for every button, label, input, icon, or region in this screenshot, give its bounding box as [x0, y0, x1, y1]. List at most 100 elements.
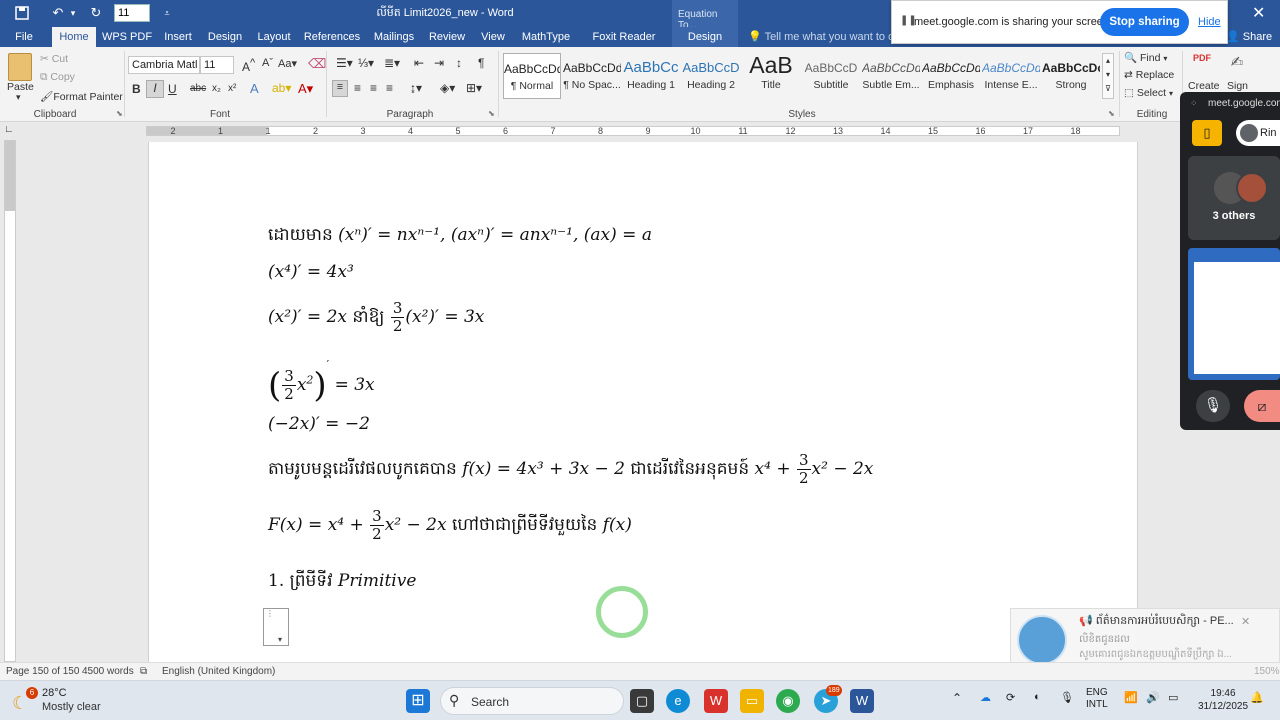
close-icon[interactable]: ✕: [1241, 615, 1250, 628]
styles-launcher-icon[interactable]: ⬊: [1108, 109, 1115, 118]
style-emphasis[interactable]: AaBbCcDd Emphasis: [922, 53, 980, 99]
save-icon[interactable]: [12, 4, 32, 22]
font-size-combo[interactable]: 11: [200, 56, 234, 74]
paste-icon[interactable]: [8, 53, 32, 81]
participants-tile[interactable]: 3 others: [1188, 156, 1280, 240]
notification-toast[interactable]: 📢 ព័ត៌មានការអប់រំបេបសិក្សា - PE... លិខិត…: [1010, 608, 1280, 670]
tab-insert[interactable]: Insert: [158, 27, 198, 47]
style-heading-2[interactable]: AaBbCcD Heading 2: [682, 53, 740, 99]
find-button[interactable]: 🔍 Find ▾: [1124, 51, 1167, 64]
chevron-up-icon[interactable]: ⌃: [952, 691, 962, 705]
highlight-icon[interactable]: ab▾: [272, 81, 291, 95]
style-title[interactable]: AaB Title: [742, 53, 800, 99]
style-strong[interactable]: AaBbCcDc Strong: [1042, 53, 1100, 99]
line-spacing-icon[interactable]: ↨▾: [410, 81, 422, 95]
task-view-icon[interactable]: ▢: [630, 689, 654, 713]
close-icon[interactable]: ✕: [1252, 3, 1265, 23]
volume-icon[interactable]: 🔊: [1146, 691, 1160, 704]
microphone-icon[interactable]: 🎙: [1060, 691, 1074, 704]
sign-icon[interactable]: ✍: [1226, 53, 1248, 75]
cut-button[interactable]: ✂ Cut: [40, 53, 68, 65]
notifications-icon[interactable]: 🔔: [1250, 691, 1264, 704]
borders-icon[interactable]: ⊞▾: [466, 81, 482, 95]
grow-font-icon[interactable]: A^: [242, 57, 255, 74]
undo-icon[interactable]: ↶: [48, 4, 68, 22]
keyboard-language[interactable]: ENG INTL: [1086, 687, 1108, 711]
copy-button[interactable]: ⧉ Copy: [40, 71, 75, 84]
equation-placeholder[interactable]: ⋮ ▾: [263, 608, 289, 646]
present-icon[interactable]: ▯: [1192, 120, 1222, 146]
text-effects-icon[interactable]: A: [250, 81, 259, 96]
tab-foxit-reader-pdf[interactable]: Foxit Reader PDF: [580, 27, 668, 63]
wifi-icon[interactable]: 📶: [1124, 691, 1138, 704]
bold-icon[interactable]: B: [132, 82, 141, 96]
stop-sharing-button[interactable]: Stop sharing: [1100, 8, 1189, 36]
align-left-icon[interactable]: ≡: [332, 80, 348, 97]
shading-icon[interactable]: ◈▾: [440, 81, 455, 95]
tab-references[interactable]: References: [302, 27, 362, 47]
bullets-icon[interactable]: ☰▾: [336, 56, 353, 70]
taskbar-search[interactable]: ⚲ Search: [440, 687, 624, 715]
font-name-combo[interactable]: Cambria Matl: [128, 56, 200, 74]
zoom-level[interactable]: 150%: [1254, 666, 1280, 677]
equation-handle-icon[interactable]: ⋮: [266, 609, 274, 618]
paste-dropdown-icon[interactable]: ▾: [16, 92, 21, 103]
chrome-icon[interactable]: ◉: [776, 689, 800, 713]
ruler-track[interactable]: 2 1 1 2 3 4 5 6 7 8 9 10 11 12 13 14 15 16 17 18: [146, 126, 1120, 136]
tab-mathtype[interactable]: MathType: [518, 27, 574, 47]
sort-icon[interactable]: ↕: [456, 56, 462, 70]
tray-app-icon[interactable]: ◐: [1034, 691, 1041, 703]
style-subtle-emphasis[interactable]: AaBbCcDd Subtle Em...: [862, 53, 920, 99]
qat-font-size[interactable]: 11: [114, 4, 150, 22]
underline-icon[interactable]: U: [168, 82, 177, 96]
tab-file[interactable]: File: [8, 27, 40, 47]
share-button[interactable]: 👤 Share: [1226, 27, 1272, 47]
justify-icon[interactable]: ≡: [386, 81, 393, 95]
weather-desc[interactable]: Mostly clear: [42, 701, 101, 713]
redo-icon[interactable]: ↻: [86, 4, 106, 22]
numbering-icon[interactable]: ⅓▾: [358, 56, 374, 70]
proofing-icon[interactable]: ⧉: [140, 666, 147, 677]
edge-icon[interactable]: e: [666, 689, 690, 713]
paragraph-launcher-icon[interactable]: ⬊: [488, 109, 495, 118]
change-case-icon[interactable]: Aa▾: [278, 57, 297, 70]
replace-button[interactable]: ⇄ Replace: [1124, 69, 1174, 81]
tab-wps-pdf[interactable]: WPS PDF: [100, 27, 154, 47]
styles-scroll[interactable]: ▴ ▾ ⊽: [1102, 53, 1114, 99]
tab-view[interactable]: View: [476, 27, 510, 47]
battery-icon[interactable]: ▭: [1168, 691, 1178, 704]
word-icon[interactable]: W: [850, 689, 874, 713]
align-right-icon[interactable]: ≡: [370, 81, 377, 95]
customize-qat-icon[interactable]: ⩡: [160, 4, 174, 22]
style-heading-1[interactable]: AaBbCc Heading 1: [622, 53, 680, 99]
language[interactable]: English (United Kingdom): [162, 666, 275, 677]
tab-mailings[interactable]: Mailings: [370, 27, 418, 47]
format-painter-button[interactable]: 🖌Format Painter: [40, 90, 123, 103]
undo-dropdown-icon[interactable]: ▾: [68, 4, 78, 22]
wps-icon[interactable]: W: [704, 689, 728, 713]
tab-design[interactable]: Design: [204, 27, 246, 47]
windows-start-icon[interactable]: ⊞: [406, 689, 430, 713]
tab-review[interactable]: Review: [426, 27, 468, 47]
weather-temp[interactable]: 28°C: [42, 687, 67, 699]
file-explorer-icon[interactable]: ▭: [740, 689, 764, 713]
clipboard-launcher-icon[interactable]: ⬊: [116, 109, 123, 118]
document-page[interactable]: ដោយមាន (xⁿ)′ = nxⁿ⁻¹, (axⁿ)′ = anxⁿ⁻¹, (…: [148, 142, 1138, 662]
decrease-indent-icon[interactable]: ⇤: [414, 56, 424, 70]
clock[interactable]: 19:46 31/12/2025: [1198, 687, 1248, 713]
font-color-icon[interactable]: A▾: [298, 81, 313, 97]
page-count[interactable]: Page 150 of 150: [6, 666, 79, 677]
participant-rin[interactable]: Rin: [1236, 120, 1280, 146]
clear-formatting-icon[interactable]: ⌫: [308, 56, 326, 72]
equation-dropdown-icon[interactable]: ▾: [278, 635, 282, 644]
subscript-icon[interactable]: x₂: [212, 83, 221, 94]
show-marks-icon[interactable]: ¶: [478, 56, 484, 70]
microphone-icon[interactable]: 🎙: [1196, 390, 1230, 422]
create-pdf-icon[interactable]: PDF: [1190, 53, 1214, 75]
onedrive-icon[interactable]: ☁: [980, 691, 991, 704]
tray-app-icon[interactable]: ⟳: [1006, 691, 1015, 704]
create-label[interactable]: Create: [1188, 80, 1220, 92]
select-button[interactable]: ⬚ Select ▾: [1124, 87, 1173, 99]
tab-selector-icon[interactable]: ∟: [4, 124, 14, 135]
hide-link[interactable]: Hide: [1198, 16, 1221, 28]
